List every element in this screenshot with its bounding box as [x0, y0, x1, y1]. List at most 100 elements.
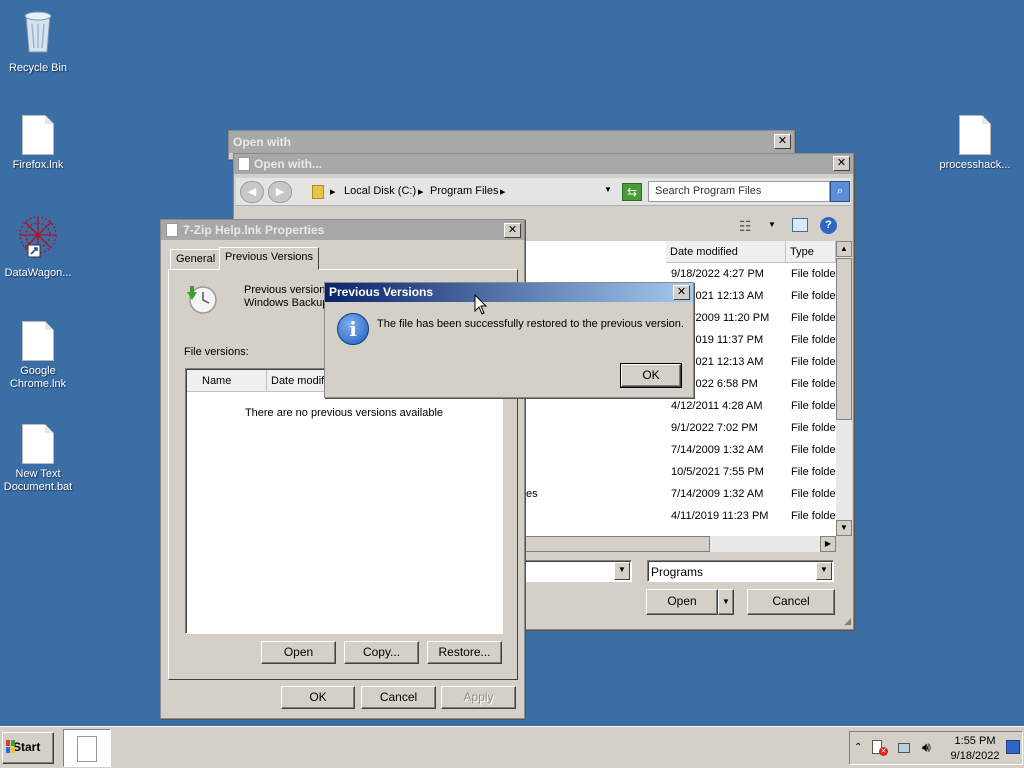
open-with-titlebar: Open with...	[234, 154, 853, 174]
desktop-icon-google-chrome[interactable]: Google Chrome.lnk	[0, 321, 76, 391]
tab-previous-versions[interactable]: Previous Versions	[219, 247, 320, 270]
chevron-down-icon[interactable]: ▼	[604, 185, 612, 194]
scrollbar-thumb[interactable]	[836, 258, 852, 420]
file-row[interactable]: es 7/14/2009 1:32 AM File folder	[524, 483, 836, 505]
file-row[interactable]: 10/5/2021 7:55 PM File folder	[524, 461, 836, 483]
file-type: File folder	[791, 400, 836, 412]
file-icon	[959, 115, 991, 155]
close-icon[interactable]: ✕	[774, 134, 791, 149]
versions-list[interactable]: Name Date modifi There are no previous v…	[185, 368, 503, 634]
chevron-down-icon[interactable]: ▼	[768, 220, 776, 229]
document-icon	[77, 736, 97, 762]
windows-logo-icon	[6, 740, 16, 754]
close-icon[interactable]: ✕	[673, 285, 690, 300]
open-with-title: Open with...	[254, 157, 322, 171]
clock-time[interactable]: 1:55 PM	[945, 735, 1005, 747]
scrollbar-thumb[interactable]	[524, 536, 710, 552]
file-date-modified: 9/1/2022 7:02 PM	[671, 422, 758, 434]
breadcrumb-arrow-icon: ▸	[330, 186, 336, 198]
cancel-button[interactable]: Cancel	[361, 686, 436, 709]
help-icon[interactable]: ?	[820, 217, 837, 234]
breadcrumb-arrow-icon: ▸	[418, 186, 424, 198]
view-options-icon[interactable]: ☷	[739, 218, 752, 235]
file-date-modified: 7/14/2009 1:32 AM	[671, 488, 764, 500]
taskbar: Start ⌃ ✕ 🔊︎ 1:55 PM 9/18/2022	[0, 726, 1024, 768]
scroll-up-icon[interactable]: ▲	[836, 241, 852, 257]
cancel-button[interactable]: Cancel	[747, 589, 835, 615]
preview-pane-icon[interactable]	[792, 218, 808, 232]
refresh-icon[interactable]: ⇆	[622, 183, 642, 201]
mouse-cursor-icon	[474, 294, 488, 315]
desktop-icon-new-text-document[interactable]: New Text Document.bat	[0, 424, 76, 494]
close-icon[interactable]: ✕	[833, 156, 850, 171]
scroll-down-icon[interactable]: ▼	[836, 520, 852, 536]
ok-button[interactable]: OK	[281, 686, 355, 709]
file-name-fragment: es	[526, 488, 538, 500]
vertical-scrollbar[interactable]: ▲ ▼	[836, 241, 852, 536]
show-desktop-icon[interactable]	[1006, 740, 1020, 754]
info-icon: i	[337, 313, 369, 345]
document-icon	[166, 223, 178, 237]
forward-icon[interactable]: ▶	[268, 181, 292, 203]
network-icon[interactable]	[898, 740, 914, 756]
ok-button[interactable]: OK	[620, 363, 682, 388]
file-date-modified: 4/12/2011 4:28 AM	[671, 400, 763, 412]
desktop-icon-label: Google Chrome.lnk	[9, 365, 67, 390]
chevron-down-icon[interactable]: ▼	[614, 562, 630, 580]
open-button[interactable]: Open	[261, 641, 336, 664]
file-type: File folder	[791, 356, 836, 368]
volume-icon[interactable]: 🔊︎	[922, 739, 931, 756]
chevron-down-icon[interactable]: ▼	[816, 562, 832, 580]
restore-clock-icon	[187, 286, 217, 314]
desktop-icon-label: New Text Document.bat	[3, 468, 73, 493]
message-titlebar: Previous Versions	[325, 283, 693, 302]
desktop-icon-firefox[interactable]: Firefox.lnk	[0, 115, 76, 172]
folder-icon	[312, 185, 324, 199]
search-input[interactable]: Search Program Files	[655, 185, 761, 197]
filename-field[interactable]: ▼	[524, 560, 632, 582]
system-tray: ⌃ ✕ 🔊︎ 1:55 PM 9/18/2022	[849, 731, 1023, 765]
search-box[interactable]: Search Program Files	[648, 181, 830, 202]
open-button[interactable]: Open	[646, 589, 718, 615]
filetype-select[interactable]: Programs ▼	[647, 560, 834, 582]
file-type: File folder	[791, 312, 836, 324]
desktop-icon-datawagon[interactable]: DataWagon...	[0, 213, 76, 280]
show-hidden-icons-icon[interactable]: ⌃	[854, 742, 862, 753]
open-dropdown-icon[interactable]: ▼	[718, 589, 734, 615]
desktop-icon-processhacker[interactable]: processhack...	[935, 115, 1015, 172]
file-type: File folder	[791, 444, 836, 456]
desktop-icon-recycle-bin[interactable]: Recycle Bin	[0, 8, 76, 75]
message-text: The file has been successfully restored …	[377, 318, 684, 330]
breadcrumb-item-program-files[interactable]: Program Files	[430, 185, 498, 197]
breadcrumb[interactable]: ▸ Local Disk (C:) ▸ Program Files ▸ ▼	[308, 181, 616, 203]
start-label: Start	[13, 740, 41, 754]
file-date-modified: 4/11/2019 11:23 PM	[671, 510, 769, 522]
navigation-bar: ◀ ▶ ▸ Local Disk (C:) ▸ Program Files ▸ …	[236, 178, 851, 206]
breadcrumb-arrow-icon: ▸	[500, 186, 506, 198]
taskbar-item-document[interactable]	[63, 729, 111, 767]
breadcrumb-item-local-disk[interactable]: Local Disk (C:)	[344, 185, 416, 197]
column-header-name[interactable]: Name	[187, 370, 267, 392]
document-icon	[238, 157, 250, 171]
back-icon[interactable]: ◀	[240, 181, 264, 203]
file-row[interactable]: 4/12/2011 4:28 AM File folder	[524, 395, 836, 417]
close-icon[interactable]: ✕	[504, 223, 521, 238]
restore-button[interactable]: Restore...	[427, 641, 502, 664]
horizontal-scrollbar[interactable]: ▶	[524, 536, 836, 552]
column-header-type[interactable]: Type	[786, 241, 836, 263]
properties-title: 7-Zip Help.lnk Properties	[183, 223, 325, 237]
search-icon[interactable]: ⌕	[830, 181, 850, 202]
file-icon	[22, 424, 54, 464]
tab-general[interactable]: General	[170, 249, 222, 269]
file-row[interactable]: 9/1/2022 7:02 PM File folder	[524, 417, 836, 439]
info-text-line2: Windows Backup	[244, 297, 329, 309]
action-center-flag-icon[interactable]: ✕	[872, 740, 888, 756]
file-row[interactable]: 7/14/2009 1:32 AM File folder	[524, 439, 836, 461]
file-row[interactable]: 4/11/2019 11:23 PM File folder	[524, 505, 836, 527]
apply-button[interactable]: Apply	[441, 686, 516, 709]
clock-date[interactable]: 9/18/2022	[945, 750, 1005, 762]
copy-button[interactable]: Copy...	[344, 641, 419, 664]
scroll-right-icon[interactable]: ▶	[820, 536, 836, 552]
column-header-date-modified[interactable]: Date modified	[666, 241, 786, 263]
resize-grip-icon[interactable]: ◢	[844, 616, 851, 627]
